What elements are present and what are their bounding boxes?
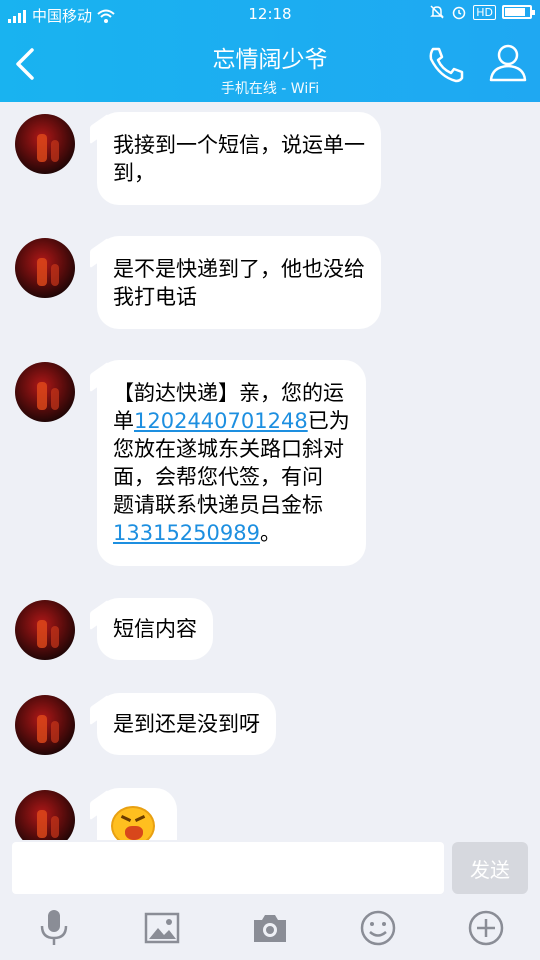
message-item: 【韵达快递】亲，您的运 单1202440701248已为 您放在遂城东关路口斜对…	[0, 360, 540, 568]
crying-face-emoji	[111, 806, 155, 840]
text-segment: 已为	[307, 409, 350, 433]
emoji-mouth	[125, 826, 143, 840]
avatar[interactable]	[15, 600, 75, 660]
text-segment: 单	[113, 409, 134, 433]
phone-number-link[interactable]: 13315250989	[113, 521, 260, 545]
message-text-line: 题请联系快递员吕金标	[113, 491, 350, 519]
message-text-line: 面，会帮您代签，有问	[113, 463, 350, 491]
message-text-line: 我接到一个短信，说运单一	[113, 133, 365, 157]
message-text-line: 13315250989。	[113, 519, 350, 547]
profile-button[interactable]	[486, 42, 530, 84]
message-item: 是到还是没到呀	[0, 693, 540, 757]
phone-icon	[429, 47, 464, 83]
message-bubble[interactable]	[97, 788, 177, 840]
more-button[interactable]	[466, 908, 506, 948]
message-text-line: 单1202440701248已为	[113, 407, 350, 435]
call-button[interactable]	[424, 44, 468, 84]
text-segment: 【韵达快递】亲，您的运	[113, 381, 344, 405]
avatar[interactable]	[15, 695, 75, 755]
message-text-line: 我打电话	[113, 285, 197, 309]
microphone-icon	[40, 910, 68, 945]
status-bar: 中国移动 12:18 HD	[0, 0, 540, 30]
emoji-eye	[134, 815, 146, 822]
input-toolbar	[0, 896, 540, 960]
camera-icon	[254, 915, 286, 942]
chat-header: 中国移动 12:18 HD 忘情阔少爷 手机在线 - WiFi	[0, 0, 540, 102]
image-icon	[144, 912, 180, 944]
message-item: 短信内容	[0, 598, 540, 662]
message-item	[0, 788, 540, 840]
message-text-line: 是不是快递到了，他也没给	[113, 257, 365, 281]
message-text-line: 您放在遂城东关路口斜对	[113, 435, 350, 463]
mute-bell-icon	[430, 5, 445, 19]
message-text-line: 到，	[113, 161, 155, 185]
input-bar: 发送	[0, 840, 540, 896]
text-segment: 题请联系快递员吕金标	[113, 493, 323, 517]
message-text-line: 【韵达快递】亲，您的运	[113, 379, 350, 407]
message-list[interactable]: 我接到一个短信，说运单一 到， 是不是快递到了，他也没给 我打电话 【韵达快递】…	[0, 102, 540, 840]
voice-button[interactable]	[34, 908, 74, 948]
text-segment: 您放在遂城东关路口斜对	[113, 437, 344, 461]
message-bubble[interactable]: 是不是快递到了，他也没给 我打电话	[97, 236, 381, 329]
person-icon	[489, 44, 527, 82]
message-input[interactable]	[12, 842, 444, 894]
send-button[interactable]: 发送	[452, 842, 528, 894]
smile-icon	[360, 910, 396, 946]
emoji-button[interactable]	[358, 908, 398, 948]
camera-button[interactable]	[250, 908, 290, 948]
avatar[interactable]	[15, 790, 75, 840]
message-item: 是不是快递到了，他也没给 我打电话	[0, 236, 540, 331]
photo-button[interactable]	[142, 908, 182, 948]
message-bubble[interactable]: 短信内容	[97, 598, 213, 660]
text-segment: 面，会帮您代签，有问	[113, 465, 323, 489]
avatar[interactable]	[15, 362, 75, 422]
message-bubble[interactable]: 是到还是没到呀	[97, 693, 276, 755]
emoji-eye	[120, 815, 132, 822]
avatar[interactable]	[15, 238, 75, 298]
message-bubble[interactable]: 【韵达快递】亲，您的运 单1202440701248已为 您放在遂城东关路口斜对…	[97, 360, 366, 566]
status-right: HD	[429, 4, 535, 20]
battery-icon	[502, 5, 535, 19]
message-text-line: 是到还是没到呀	[113, 712, 260, 736]
tracking-number-link[interactable]: 1202440701248	[134, 409, 308, 433]
message-text-line: 短信内容	[113, 617, 197, 641]
network-badge: HD	[473, 4, 496, 20]
plus-icon	[468, 910, 504, 946]
message-bubble[interactable]: 我接到一个短信，说运单一 到，	[97, 112, 381, 205]
message-item: 我接到一个短信，说运单一 到，	[0, 112, 540, 207]
avatar[interactable]	[15, 114, 75, 174]
battery-fill	[505, 8, 525, 16]
text-segment: 。	[259, 521, 281, 545]
alarm-icon	[453, 6, 466, 20]
